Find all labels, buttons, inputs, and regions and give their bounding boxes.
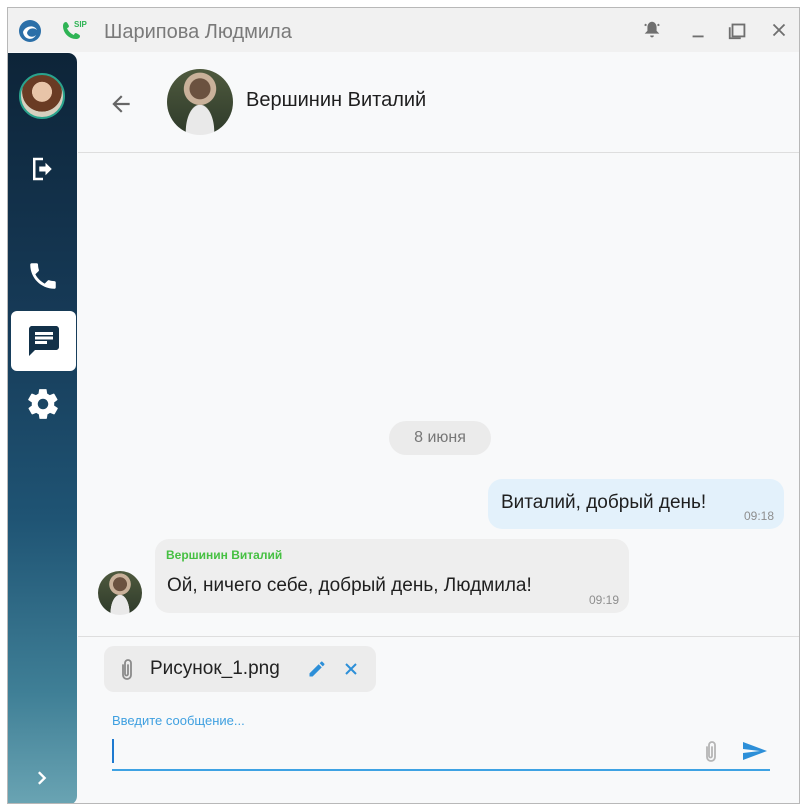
title-bar: SIP Шарипова Людмила	[8, 8, 799, 52]
chats-button[interactable]	[11, 311, 76, 371]
date-separator: 8 июня	[389, 421, 491, 455]
message-list: 8 июня Виталий, добрый день! 09:18 Верши…	[78, 153, 799, 636]
pencil-icon[interactable]	[307, 659, 327, 679]
message-text: Ой, ничего себе, добрый день, Людмила!	[167, 575, 532, 596]
minimize-icon[interactable]	[688, 19, 710, 41]
maximize-icon[interactable]	[727, 19, 749, 41]
send-icon[interactable]	[741, 739, 769, 763]
bell-icon[interactable]	[641, 19, 663, 41]
contact-name: Вершинин Виталий	[246, 89, 427, 111]
attachment-filename: Рисунок_1.png	[150, 658, 280, 679]
profile-avatar[interactable]	[19, 73, 65, 119]
message-sender: Вершинин Виталий	[166, 548, 283, 562]
message-time: 09:19	[588, 593, 619, 607]
message-text: Виталий, добрый день!	[501, 492, 707, 513]
logout-button[interactable]	[8, 139, 77, 199]
window-title: Шарипова Людмила	[104, 21, 292, 43]
message-input[interactable]	[112, 733, 770, 771]
contact-avatar[interactable]	[167, 69, 233, 135]
sidebar	[8, 53, 77, 803]
svg-text:SIP: SIP	[74, 20, 87, 29]
chevron-right-icon	[37, 771, 46, 785]
close-icon[interactable]	[768, 19, 790, 41]
remove-attachment-icon[interactable]	[341, 659, 361, 679]
chat-icon	[28, 326, 59, 356]
expand-sidebar-button[interactable]	[8, 753, 77, 803]
gear-icon	[27, 389, 58, 419]
attachment-chip: Рисунок_1.png	[104, 646, 376, 692]
message-time: 09:18	[743, 509, 774, 523]
phone-icon	[29, 263, 56, 289]
app-window: SIP Шарипова Людмила Вершинин Виталий 8 …	[7, 7, 800, 804]
message-input-label: Введите сообщение...	[112, 713, 245, 728]
paperclip-icon	[122, 659, 132, 680]
chat-header: Вершинин Виталий	[78, 53, 799, 153]
sip-phone-icon: SIP	[63, 20, 87, 39]
logout-icon	[32, 157, 52, 181]
text-caret	[112, 739, 114, 763]
outgoing-message[interactable]: Виталий, добрый день! 09:18	[488, 479, 784, 529]
settings-button[interactable]	[8, 374, 77, 434]
calls-button[interactable]	[8, 246, 77, 306]
back-arrow-icon[interactable]	[108, 91, 134, 117]
sender-avatar[interactable]	[98, 571, 142, 615]
message-composer: Рисунок_1.png Введите сообщение...	[78, 636, 799, 803]
app-logo-icon	[19, 20, 41, 42]
incoming-message[interactable]: Вершинин Виталий Ой, ничего себе, добрый…	[155, 539, 629, 613]
attach-file-icon[interactable]	[700, 739, 722, 765]
